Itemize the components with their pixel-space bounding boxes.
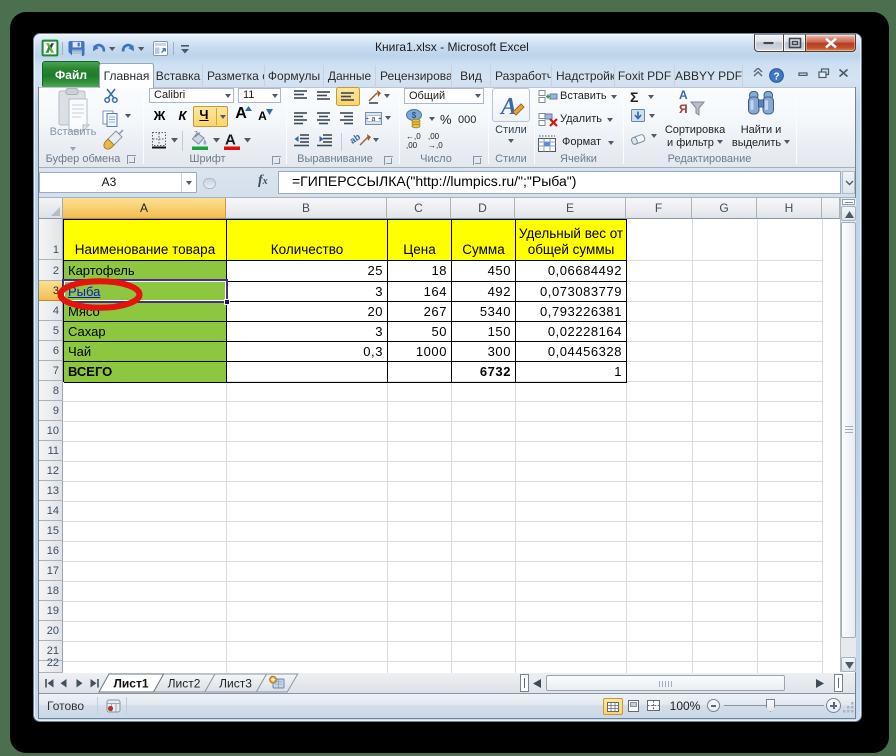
svg-text:a: a (372, 116, 376, 123)
svg-text:Я: Я (679, 102, 688, 116)
svg-text:?: ? (773, 71, 779, 82)
svg-text:$: $ (412, 111, 417, 120)
svg-text:,00: ,00 (406, 141, 418, 150)
svg-text:→,0: →,0 (428, 141, 443, 150)
svg-text:А: А (225, 132, 236, 149)
svg-text:%: % (440, 112, 452, 127)
svg-text:А: А (679, 88, 688, 102)
svg-text:A: A (499, 94, 517, 119)
svg-text:,00: ,00 (428, 132, 440, 141)
svg-text:←,0: ←,0 (406, 132, 421, 141)
svg-text:Лист2: Лист2 (168, 677, 201, 691)
svg-text:Лист3: Лист3 (219, 677, 252, 691)
svg-text:Лист1: Лист1 (113, 677, 148, 691)
svg-text:ab: ab (348, 131, 363, 146)
svg-text:000: 000 (458, 114, 476, 126)
